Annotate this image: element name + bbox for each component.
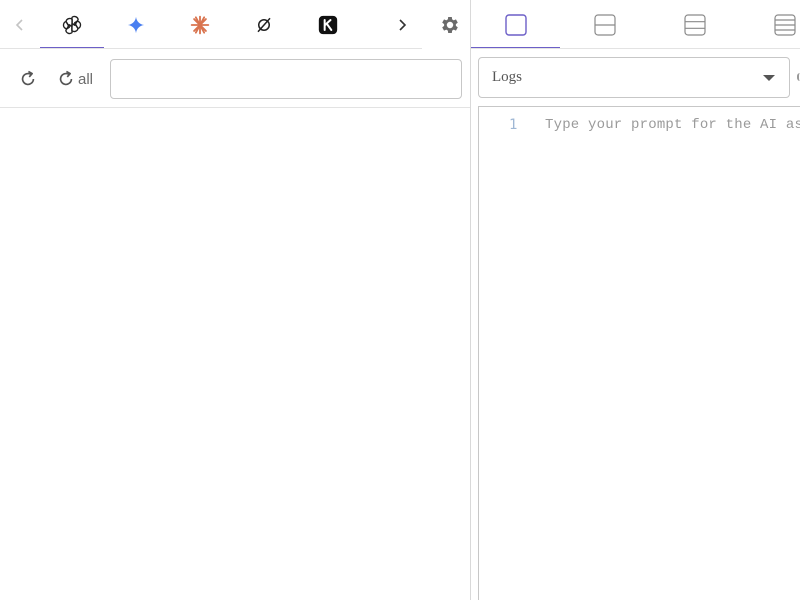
prompt-pane: Logs 1 Type your prompt for the AI assi	[471, 0, 800, 600]
webview-content	[0, 108, 470, 600]
single-pane-icon	[504, 14, 527, 36]
reload-button[interactable]	[14, 66, 42, 92]
tab-layout-3[interactable]	[650, 0, 739, 50]
tabs-prev-button[interactable]	[10, 12, 30, 38]
log-select-value: Logs	[492, 69, 522, 85]
tab-chatgpt[interactable]	[40, 0, 104, 50]
reload-all-icon	[59, 70, 73, 86]
tab-layout-1[interactable]	[471, 0, 560, 50]
two-row-icon	[593, 14, 616, 36]
tab-perplexity[interactable]	[232, 0, 296, 50]
tab-claude[interactable]	[168, 0, 232, 50]
three-row-icon	[683, 14, 706, 36]
line-number: 1	[509, 117, 518, 133]
gear-icon	[442, 17, 458, 33]
layout-tab-border	[471, 48, 800, 49]
chevron-right-icon	[399, 19, 407, 31]
layout-tab-bar	[471, 0, 800, 50]
tab-layout-4[interactable]	[740, 0, 800, 50]
tab-gemini[interactable]	[104, 0, 168, 50]
openai-icon	[62, 15, 82, 35]
slashed-circle-icon	[257, 17, 271, 33]
caret-down-icon	[763, 75, 775, 81]
reload-icon	[21, 70, 35, 86]
log-select[interactable]: Logs	[478, 57, 790, 98]
claude-asterisk-icon	[190, 15, 210, 35]
reload-all-label: all	[78, 70, 94, 88]
url-input[interactable]	[110, 59, 462, 99]
prompt-editor[interactable]: 1 Type your prompt for the AI assi	[478, 106, 800, 600]
prompt-placeholder: Type your prompt for the AI assi	[545, 117, 800, 133]
tab-kimi[interactable]	[296, 0, 360, 50]
tab-bar-border	[0, 48, 422, 49]
four-row-icon	[773, 14, 796, 36]
app-window: all Logs 1 Type your prompt for the AI a…	[0, 0, 800, 600]
gemini-sparkle-icon	[127, 16, 145, 34]
tab-layout-2[interactable]	[560, 0, 649, 50]
ai-tab-bar	[0, 0, 470, 50]
browser-toolbar: all	[0, 50, 470, 108]
k-logo-icon	[318, 15, 338, 35]
reload-all-button[interactable]: all	[56, 66, 93, 92]
browser-pane: all	[0, 0, 470, 600]
settings-button[interactable]	[436, 11, 464, 39]
chevron-left-icon	[15, 19, 23, 31]
tabs-next-button[interactable]	[392, 12, 412, 38]
